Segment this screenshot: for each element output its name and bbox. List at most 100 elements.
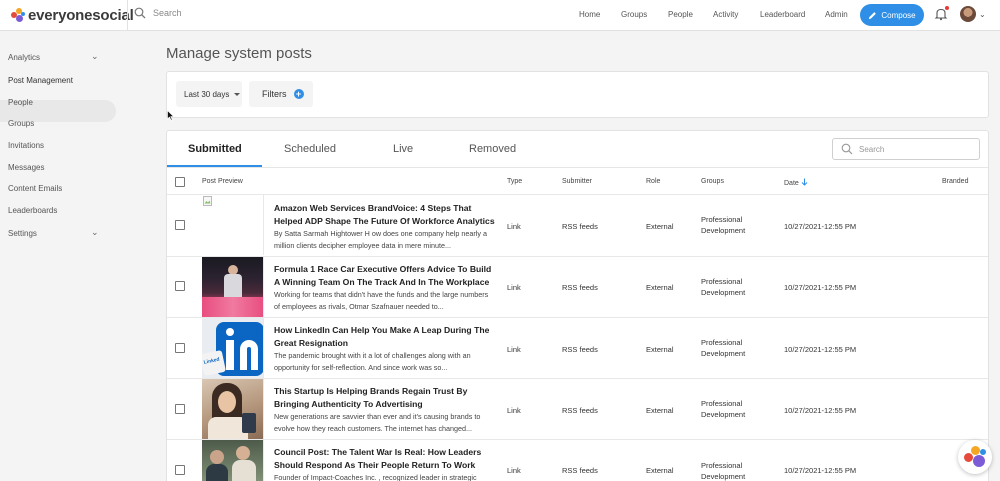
cell-role: External [646,466,674,475]
row-checkbox[interactable] [175,343,185,353]
date-range-dropdown[interactable]: Last 30 days [176,81,242,107]
cell-submitter: RSS feeds [562,345,598,354]
row-checkbox[interactable] [175,465,185,475]
row-checkbox[interactable] [175,281,185,291]
cell-submitter: RSS feeds [562,222,598,231]
nav-activity[interactable]: Activity [713,10,738,19]
row-divider [167,256,988,257]
global-search-placeholder: Search [153,8,182,18]
post-title[interactable]: This Startup Is Helping Brands Regain Tr… [274,385,499,410]
nav-home[interactable]: Home [579,10,600,19]
sidebar-item-messages[interactable]: Messages [8,163,44,172]
cell-role: External [646,345,674,354]
chat-dot-purple [973,455,985,467]
post-title[interactable]: Amazon Web Services BrandVoice: 4 Steps … [274,202,499,227]
cell-role: External [646,222,674,231]
pencil-icon [869,11,877,19]
post-thumbnail[interactable] [202,257,264,317]
sidebar-item-analytics[interactable]: Analytics [8,53,40,62]
column-header-date-label: Date [784,180,799,187]
post-excerpt: Founder of Impact-Coaches Inc. , recogni… [274,473,477,481]
tabs-divider [167,167,988,168]
column-header-type[interactable]: Type [507,178,522,185]
post-title[interactable]: How LinkedIn Can Help You Make A Leap Du… [274,324,499,349]
chevron-down-icon[interactable]: ⌄ [91,227,99,238]
post-excerpt: Working for teams that didn't have the f… [274,290,489,311]
nav-groups[interactable]: Groups [621,10,647,19]
chat-launcher-button[interactable] [958,440,992,474]
filters-label: Filters [262,89,287,99]
chevron-down-icon[interactable]: ⌄ [979,10,986,19]
thumbnail-divider [263,379,264,439]
tab-live[interactable]: Live [393,143,413,155]
post-thumbnail[interactable] [202,440,264,481]
column-header-post-preview: Post Preview [202,178,243,185]
header-divider [167,194,988,195]
thumbnail-divider [263,440,264,481]
row-checkbox[interactable] [175,404,185,414]
search-icon [841,143,853,155]
sidebar-item-people[interactable]: People [8,98,33,107]
cell-submitter: RSS feeds [562,283,598,292]
row-checkbox[interactable] [175,220,185,230]
sidebar-item-content-emails[interactable]: Content Emails [8,184,62,193]
compose-label: Compose [881,10,916,20]
cell-submitter: RSS feeds [562,406,598,415]
mouse-cursor-icon [167,110,175,121]
caret-down-icon [234,92,241,96]
user-avatar[interactable] [960,6,976,22]
post-thumbnail[interactable] [202,195,264,255]
logo-text: everyonesocial [28,6,134,24]
nav-leaderboard[interactable]: Leaderboard [760,10,805,19]
brand-logo[interactable]: everyonesocial [11,6,134,24]
sidebar-item-leaderboards[interactable]: Leaderboards [8,206,57,215]
post-thumbnail[interactable]: Linked [202,318,264,378]
sort-down-arrow-icon [801,178,808,186]
sidebar-item-groups[interactable]: Groups [8,119,34,128]
row-divider [167,317,988,318]
cell-type: Link [507,345,521,354]
sidebar-item-invitations[interactable]: Invitations [8,141,44,150]
top-bar: everyonesocial Search Home Groups People… [0,0,1000,31]
compose-button[interactable]: Compose [860,4,924,26]
tab-scheduled[interactable]: Scheduled [284,143,336,155]
date-range-label: Last 30 days [184,89,230,99]
column-header-role[interactable]: Role [646,178,660,185]
tab-removed[interactable]: Removed [469,143,516,155]
tab-submitted[interactable]: Submitted [188,143,242,155]
nav-admin[interactable]: Admin [825,10,848,19]
chat-dot-red [964,453,973,462]
cell-groups: Professional Development [701,215,746,235]
thumbnail-divider [263,195,264,255]
broken-image-icon [203,196,212,206]
table-search-placeholder: Search [859,144,885,154]
chevron-down-icon[interactable]: ⌄ [91,51,99,62]
global-search[interactable]: Search [134,7,182,19]
column-header-date[interactable]: Date [784,178,808,187]
column-header-submitter[interactable]: Submitter [562,178,592,185]
post-excerpt: New generations are savvier than ever an… [274,412,481,433]
cell-role: External [646,283,674,292]
cell-date: 10/27/2021-12:55 PM [784,283,857,292]
plus-icon: + [293,89,304,99]
table-search-input[interactable]: Search [832,138,980,160]
post-title[interactable]: Council Post: The Talent War Is Real: Ho… [274,446,499,471]
filters-button[interactable]: Filters + [249,81,313,107]
sidebar-item-settings[interactable]: Settings [8,229,37,238]
column-header-groups[interactable]: Groups [701,178,724,185]
nav-people[interactable]: People [668,10,693,19]
row-divider [167,439,988,440]
select-all-checkbox[interactable] [175,177,185,187]
post-title[interactable]: Formula 1 Race Car Executive Offers Advi… [274,263,499,288]
column-header-branded[interactable]: Branded [942,178,968,185]
logo-mark-icon [11,8,25,22]
post-excerpt: The pandemic brought with it a lot of ch… [274,351,471,372]
post-excerpt: By Satta Sarmah Hightower H ow does one … [274,229,487,250]
post-thumbnail[interactable] [202,379,264,439]
row-divider [167,378,988,379]
cell-date: 10/27/2021-12:55 PM [784,345,857,354]
sidebar-item-post-management[interactable]: Post Management [8,76,73,85]
thumbnail-divider [263,257,264,317]
cell-date: 10/27/2021-12:55 PM [784,406,857,415]
topbar-divider [127,0,128,31]
